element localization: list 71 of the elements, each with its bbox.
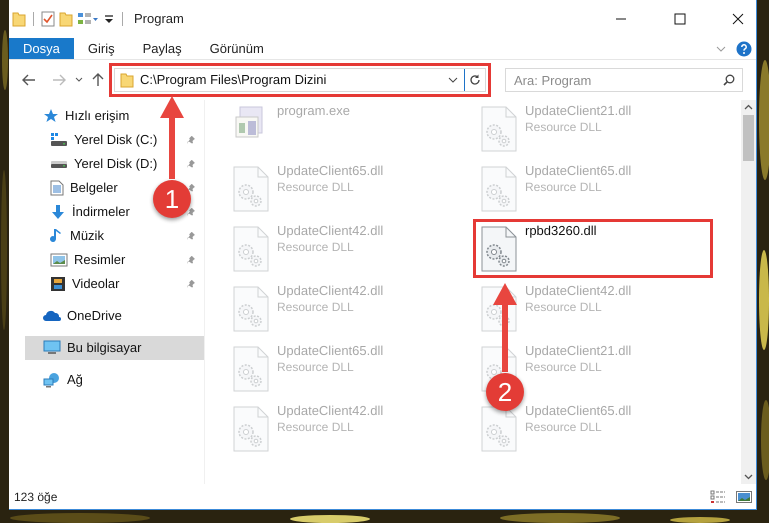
maximize-icon[interactable] [674,13,686,25]
caret-icon[interactable] [104,13,114,25]
chevron-down-icon[interactable] [448,76,458,84]
close-icon[interactable] [732,13,744,25]
sidebar-item[interactable]: İndirmeler [25,200,134,224]
drive-icon [50,160,68,168]
scrollbar[interactable] [741,100,756,484]
back-arrow-icon[interactable] [22,74,36,86]
chevron-down-icon[interactable] [75,77,83,83]
scroll-up-icon[interactable] [744,104,753,110]
window-title: Program [134,10,184,28]
file-type: Resource DLL [277,299,355,315]
file-type: Resource DLL [525,179,603,195]
checklist-icon[interactable] [41,11,55,27]
folder-icon[interactable] [12,11,26,27]
refresh-icon[interactable] [469,74,481,86]
sidebar-item[interactable]: Videolar [25,272,124,296]
thumbnail-view-icon[interactable] [736,490,752,504]
file-type: Resource DLL [277,419,355,435]
sidebar-item[interactable]: Belgeler [25,176,122,200]
document-icon [50,180,64,196]
cloud-icon [43,309,61,323]
sidebar-item[interactable]: Yerel Disk (D:) [25,152,162,176]
address-path: C:\Program Files\Program Dizini [140,71,326,90]
help-icon[interactable] [736,40,752,56]
sidebar-item[interactable]: Resimler [25,248,130,272]
file-name[interactable]: rpbd3260.dll [525,223,597,239]
star-icon [43,108,59,124]
film-icon [50,276,66,292]
ribbon-tab[interactable]: Giriş [74,38,129,59]
music-note-icon [50,228,64,244]
pin-icon[interactable] [186,279,196,289]
folder-icon [120,72,134,88]
pin-icon[interactable] [186,231,196,241]
ribbon-tab[interactable]: Görünüm [196,38,278,59]
network-icon [43,372,61,388]
sidebar-item[interactable]: Yerel Disk (C:) [25,128,162,152]
search-icon[interactable] [723,74,735,86]
address-bar[interactable]: C:\Program Files\Program Dizini [114,68,486,92]
file-type: Resource DLL [277,179,355,195]
item-count: 123 öğe [14,488,58,506]
pin-icon[interactable] [186,255,196,265]
gear-file-icon[interactable] [480,225,518,273]
details-view-icon[interactable] [710,490,726,504]
file-type: Resource DLL [277,239,355,255]
scroll-down-icon[interactable] [744,474,753,480]
pin-icon[interactable] [186,207,196,217]
monitor-icon [43,340,61,356]
search-field[interactable]: Ara: Program [505,68,743,92]
pin-icon[interactable] [186,159,196,169]
pin-icon[interactable] [186,135,196,145]
drive-icon [50,132,68,148]
sidebar-item[interactable]: Ağ [25,368,87,392]
file-type: Resource DLL [525,419,603,435]
sidebar-item[interactable]: Müzik [25,224,108,248]
file-type: Resource DLL [525,299,603,315]
file-type: Resource DLL [525,119,603,135]
file-type: Resource DLL [277,359,355,375]
properties-icon[interactable] [77,11,99,27]
sidebar-item[interactable]: OneDrive [25,304,126,328]
up-arrow-icon[interactable] [92,73,104,87]
file-type: Resource DLL [525,359,603,375]
pin-icon[interactable] [186,183,196,193]
ribbon-tab[interactable]: Paylaş [128,38,196,59]
down-arrow-icon [50,204,66,220]
scroll-thumb[interactable] [743,115,754,161]
folder-icon[interactable] [59,11,73,27]
picture-icon [50,252,68,268]
ribbon-tab[interactable]: Dosya [9,38,74,59]
sidebar-item[interactable]: Hızlı erişim [25,104,134,128]
sidebar-item[interactable]: Bu bilgisayar [25,336,204,360]
